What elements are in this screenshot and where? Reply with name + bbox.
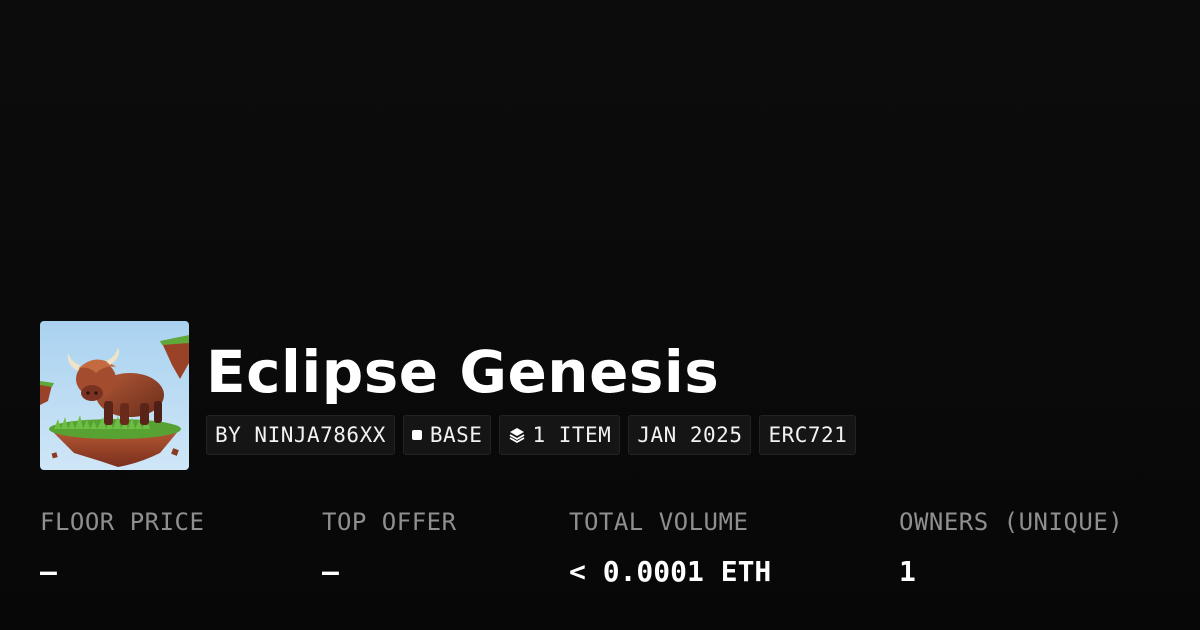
creator-tag[interactable]: BY NINJA786XX <box>206 415 395 455</box>
collection-avatar <box>40 321 189 470</box>
chain-label: BASE <box>429 423 483 447</box>
layers-icon <box>510 428 525 443</box>
chain-tag[interactable]: BASE <box>402 415 492 455</box>
floor-price-stat: FLOOR PRICE – <box>40 504 204 590</box>
top-offer-value: – <box>322 555 339 588</box>
items-label: 1 ITEM <box>532 423 612 447</box>
standard-label: ERC721 <box>768 423 848 447</box>
collection-tags: BY NINJA786XX BASE 1 ITEM JAN 2025 ERC72… <box>206 415 857 455</box>
date-label: JAN 2025 <box>637 423 743 447</box>
creator-label: BY NINJA786XX <box>215 423 386 447</box>
standard-tag: ERC721 <box>759 415 857 455</box>
total-volume-value: < 0.0001 ETH <box>569 555 772 588</box>
floor-price-label: FLOOR PRICE <box>40 508 205 536</box>
top-offer-stat: TOP OFFER – <box>322 504 457 590</box>
owners-label: OWNERS (UNIQUE) <box>899 508 1124 536</box>
highland-bull-image <box>40 321 189 470</box>
total-volume-label: TOTAL VOLUME <box>569 508 749 536</box>
top-offer-label: TOP OFFER <box>322 508 457 536</box>
square-icon <box>411 430 422 440</box>
floor-price-value: – <box>40 555 57 588</box>
owners-value: 1 <box>899 555 916 588</box>
collection-title: Eclipse Genesis <box>206 338 720 406</box>
items-tag: 1 ITEM <box>499 415 621 455</box>
owners-stat: OWNERS (UNIQUE) 1 <box>899 504 1123 590</box>
total-volume-stat: TOTAL VOLUME < 0.0001 ETH <box>569 504 771 590</box>
date-tag: JAN 2025 <box>628 415 752 455</box>
